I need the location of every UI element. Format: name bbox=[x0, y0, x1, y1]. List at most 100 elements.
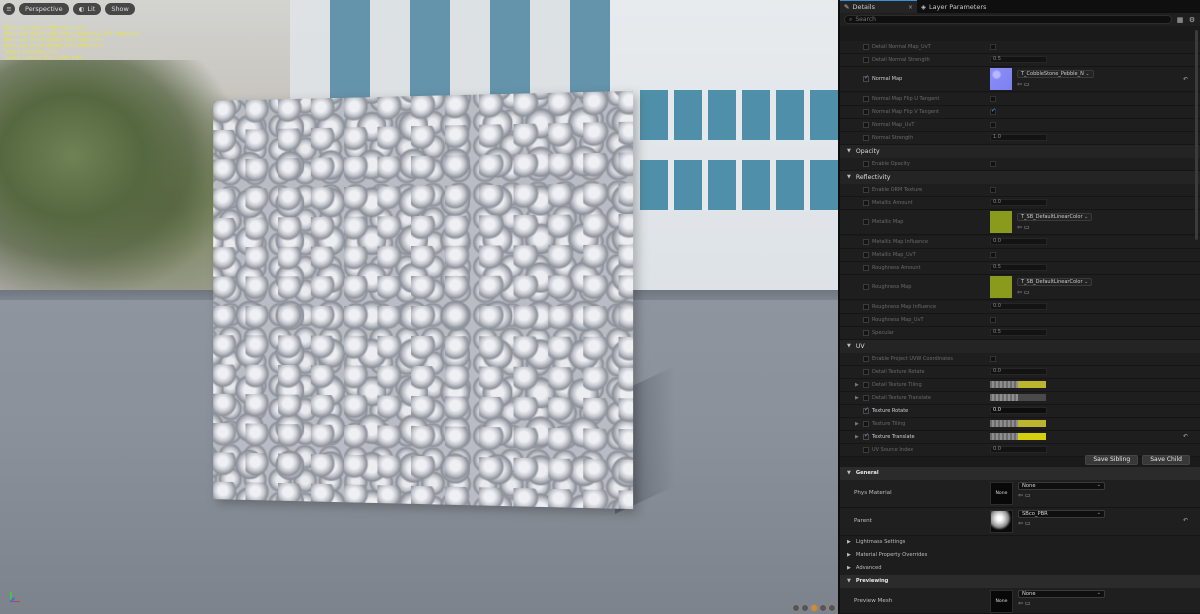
value-field[interactable]: 0.5 bbox=[990, 56, 1047, 64]
value-checkbox[interactable] bbox=[990, 160, 996, 167]
override-checkbox[interactable] bbox=[863, 316, 869, 323]
preview-plane-icon[interactable] bbox=[810, 604, 818, 612]
value-checkbox[interactable] bbox=[990, 107, 996, 115]
override-checkbox[interactable] bbox=[863, 303, 869, 310]
section-advanced[interactable]: ▶ Advanced bbox=[840, 562, 1200, 575]
asset-dropdown[interactable]: T_SB_DefaultLinearColor bbox=[1017, 213, 1093, 221]
material-sphere-thumbnail[interactable] bbox=[990, 510, 1013, 533]
cobblestone-preview-plane[interactable] bbox=[213, 90, 634, 510]
search-input[interactable] bbox=[855, 16, 1167, 23]
section-previewing[interactable]: ▼ Previewing bbox=[840, 575, 1200, 588]
color-swatch[interactable] bbox=[990, 381, 1046, 389]
value-field[interactable]: 0.0 bbox=[990, 238, 1047, 246]
texture-thumbnail[interactable] bbox=[990, 68, 1012, 90]
value-field[interactable]: 0.5 bbox=[990, 329, 1047, 337]
value-checkbox[interactable] bbox=[990, 251, 996, 258]
asset-dropdown[interactable]: T_SB_DefaultLinearColor bbox=[1017, 278, 1093, 286]
parent-dropdown[interactable]: SBco_PBR bbox=[1018, 510, 1105, 518]
value-field[interactable]: 1.0 bbox=[990, 134, 1047, 142]
panel-scrollbar[interactable] bbox=[1195, 30, 1198, 240]
chevron-right-icon[interactable]: ▶ bbox=[855, 395, 859, 401]
override-checkbox[interactable] bbox=[863, 394, 869, 401]
chevron-right-icon[interactable]: ▶ bbox=[855, 421, 859, 427]
phys-material-dropdown[interactable]: None bbox=[1018, 482, 1105, 490]
lit-button[interactable]: ◐ Lit bbox=[72, 3, 102, 15]
override-checkbox[interactable] bbox=[863, 329, 869, 336]
use-selected-icon[interactable]: ⇦ ▭ bbox=[1018, 600, 1031, 607]
save-sibling-button[interactable]: Save Sibling bbox=[1085, 455, 1139, 465]
override-checkbox[interactable] bbox=[863, 355, 869, 362]
reset-arrow-icon[interactable]: ↶ bbox=[1183, 517, 1188, 524]
override-checkbox[interactable] bbox=[863, 368, 869, 375]
value-checkbox[interactable] bbox=[990, 355, 996, 362]
asset-dropdown[interactable]: T_CobbleStone_Pebble_N bbox=[1017, 70, 1094, 78]
show-button[interactable]: Show bbox=[105, 3, 135, 15]
value-field[interactable]: 0.0 bbox=[990, 407, 1047, 415]
preview-cylinder-icon[interactable] bbox=[792, 604, 800, 612]
tab-details[interactable]: ✎ Details × bbox=[840, 0, 917, 13]
use-selected-icon[interactable]: ⇦ ▭ bbox=[1017, 81, 1030, 88]
value-checkbox[interactable] bbox=[990, 43, 996, 50]
value-field[interactable]: 0.5 bbox=[990, 264, 1047, 272]
override-checkbox[interactable] bbox=[863, 381, 869, 388]
override-checkbox[interactable] bbox=[863, 56, 869, 63]
level-viewport[interactable]: ≡ Perspective ◐ Lit Show Base pass shader… bbox=[0, 0, 838, 614]
close-icon[interactable]: × bbox=[908, 4, 913, 11]
section-opacity[interactable]: ▼ Opacity bbox=[840, 145, 1200, 158]
use-selected-icon[interactable]: ⇦ ▭ bbox=[1017, 289, 1030, 296]
override-checkbox[interactable] bbox=[863, 134, 869, 141]
value-field[interactable]: 0.0 bbox=[990, 368, 1047, 376]
override-checkbox[interactable] bbox=[863, 95, 869, 102]
search-box[interactable]: ⌕ bbox=[844, 15, 1172, 24]
use-selected-icon[interactable]: ⇦ ▭ bbox=[1018, 520, 1031, 527]
section-reflectivity[interactable]: ▼ Reflectivity bbox=[840, 171, 1200, 184]
asset-thumbnail[interactable]: None bbox=[990, 590, 1013, 613]
preview-mesh-icon[interactable] bbox=[828, 604, 836, 612]
override-checkbox[interactable] bbox=[863, 284, 869, 290]
override-checkbox[interactable] bbox=[863, 199, 869, 206]
reset-arrow-icon[interactable]: ↶ bbox=[1183, 76, 1188, 83]
override-checkbox[interactable] bbox=[863, 264, 869, 271]
override-checkbox[interactable] bbox=[863, 238, 869, 245]
override-checkbox[interactable] bbox=[863, 219, 869, 225]
tab-layer-parameters[interactable]: ◈ Layer Parameters bbox=[917, 0, 990, 13]
value-checkbox[interactable] bbox=[990, 121, 996, 128]
section-uv[interactable]: ▼ UV bbox=[840, 340, 1200, 353]
gear-icon[interactable]: ⚙ bbox=[1188, 16, 1196, 24]
value-checkbox[interactable] bbox=[990, 95, 996, 102]
override-checkbox[interactable] bbox=[863, 121, 869, 128]
value-field[interactable]: 0.0 bbox=[990, 446, 1047, 454]
color-swatch[interactable] bbox=[990, 394, 1046, 402]
color-swatch[interactable] bbox=[990, 433, 1046, 441]
use-selected-icon[interactable]: ⇦ ▭ bbox=[1018, 492, 1031, 499]
override-checkbox[interactable] bbox=[863, 43, 869, 50]
section-general[interactable]: ▼ General bbox=[840, 467, 1200, 480]
value-checkbox[interactable] bbox=[990, 186, 996, 193]
preview-cube-icon[interactable] bbox=[819, 604, 827, 612]
chevron-right-icon[interactable]: ▶ bbox=[855, 434, 859, 440]
value-checkbox[interactable] bbox=[990, 316, 996, 323]
value-field[interactable]: 0.0 bbox=[990, 199, 1047, 207]
override-checkbox[interactable] bbox=[863, 74, 869, 82]
asset-thumbnail[interactable]: None bbox=[990, 482, 1013, 505]
save-child-button[interactable]: Save Child bbox=[1142, 455, 1190, 465]
texture-thumbnail[interactable] bbox=[990, 276, 1012, 298]
section-lightmass[interactable]: ▶ Lightmass Settings bbox=[840, 536, 1200, 549]
reset-arrow-icon[interactable]: ↶ bbox=[1183, 433, 1188, 440]
override-checkbox[interactable] bbox=[863, 108, 869, 115]
grid-icon[interactable]: ▦ bbox=[1176, 16, 1184, 24]
override-checkbox[interactable] bbox=[863, 160, 869, 167]
use-selected-icon[interactable]: ⇦ ▭ bbox=[1017, 224, 1030, 231]
preview-sphere-icon[interactable] bbox=[801, 604, 809, 612]
section-material-overrides[interactable]: ▶ Material Property Overrides bbox=[840, 549, 1200, 562]
override-checkbox[interactable] bbox=[863, 251, 869, 258]
override-checkbox[interactable] bbox=[863, 446, 869, 453]
texture-thumbnail[interactable] bbox=[990, 211, 1012, 233]
override-checkbox[interactable] bbox=[863, 420, 869, 427]
chevron-right-icon[interactable]: ▶ bbox=[855, 382, 859, 388]
override-checkbox[interactable] bbox=[863, 432, 869, 440]
override-checkbox[interactable] bbox=[863, 406, 869, 414]
perspective-button[interactable]: Perspective bbox=[19, 3, 69, 15]
color-swatch[interactable] bbox=[990, 420, 1046, 428]
override-checkbox[interactable] bbox=[863, 186, 869, 193]
